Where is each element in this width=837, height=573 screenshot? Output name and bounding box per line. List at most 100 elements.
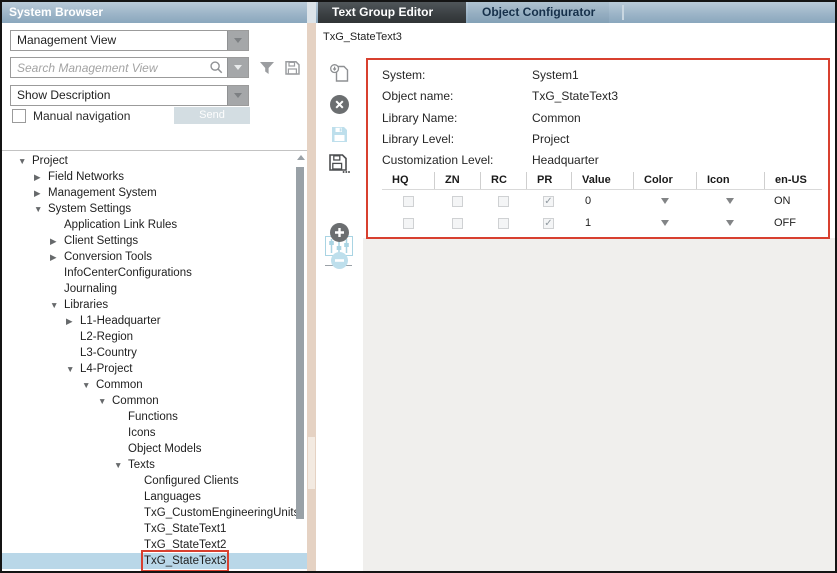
scroll-up-icon[interactable]: [297, 155, 305, 160]
collapsed-arrow-icon[interactable]: ▶: [34, 169, 48, 185]
tree-item-label: TxG_StateText3: [144, 553, 226, 569]
tree-item-label: TxG_CustomEngineeringUnits: [144, 505, 299, 521]
tree-item-client-settings[interactable]: ▶Client Settings: [2, 233, 307, 249]
search-input[interactable]: [11, 58, 205, 77]
form-value: Common: [532, 111, 581, 127]
rc-checkbox[interactable]: [498, 218, 509, 229]
expanded-arrow-icon[interactable]: ▼: [98, 393, 112, 409]
chevron-down-icon: [234, 65, 242, 70]
tree-item-management-system[interactable]: ▶Management System: [2, 185, 307, 201]
panel-splitter[interactable]: [307, 23, 316, 571]
manual-navigation-label: Manual navigation: [33, 109, 130, 123]
icon-dropdown[interactable]: [696, 212, 764, 234]
tree-item-system-settings[interactable]: ▼System Settings: [2, 201, 307, 217]
collapsed-arrow-icon[interactable]: ▶: [66, 313, 80, 329]
tree-item-functions[interactable]: Functions: [2, 409, 307, 425]
editor-panel: Text Group Editor Object Configurator Tx…: [316, 2, 835, 571]
tree-item-label: Texts: [128, 457, 155, 473]
tree-item-txg-statetext2[interactable]: TxG_StateText2: [2, 537, 307, 553]
column-header-icon: Icon: [696, 172, 764, 189]
color-dropdown[interactable]: [633, 190, 696, 212]
column-header-en-us: en-US: [764, 172, 822, 189]
expanded-arrow-icon[interactable]: ▼: [34, 201, 48, 217]
tab-text-group-editor[interactable]: Text Group Editor: [318, 2, 466, 23]
collapsed-arrow-icon[interactable]: ▶: [34, 185, 48, 201]
tree-item-project[interactable]: ▼Project: [2, 153, 307, 169]
tree-item-infocenterconfigurations[interactable]: InfoCenterConfigurations: [2, 265, 307, 281]
send-button[interactable]: Send: [174, 107, 250, 124]
collapsed-arrow-icon[interactable]: ▶: [50, 233, 64, 249]
tree-item-configured-clients[interactable]: Configured Clients: [2, 473, 307, 489]
tree-item-conversion-tools[interactable]: ▶Conversion Tools: [2, 249, 307, 265]
pr-checkbox[interactable]: ✓: [543, 218, 554, 229]
expanded-arrow-icon[interactable]: ▼: [18, 153, 32, 169]
form-value: Project: [532, 132, 569, 148]
tree-item-field-networks[interactable]: ▶Field Networks: [2, 169, 307, 185]
expanded-arrow-icon[interactable]: ▼: [66, 361, 80, 377]
tree-item-l4-project[interactable]: ▼L4-Project: [2, 361, 307, 377]
tree-item-application-link-rules[interactable]: Application Link Rules: [2, 217, 307, 233]
tree-item-l3-country[interactable]: L3-Country: [2, 345, 307, 361]
filter-icon[interactable]: [257, 58, 277, 78]
tree-item-label: InfoCenterConfigurations: [64, 265, 192, 281]
save-search-icon[interactable]: [282, 58, 302, 78]
zn-checkbox[interactable]: [452, 196, 463, 207]
hq-checkbox[interactable]: [403, 196, 414, 207]
tree-item-txg-statetext3[interactable]: TxG_StateText3: [2, 553, 307, 569]
tree-item-l2-region[interactable]: L2-Region: [2, 329, 307, 345]
manual-navigation-checkbox[interactable]: [12, 109, 26, 123]
tree-item-label: Icons: [128, 425, 156, 441]
description-dropdown-value: Show Description: [11, 86, 227, 105]
collapsed-arrow-icon[interactable]: ▶: [50, 249, 64, 265]
splitter-grip[interactable]: [308, 437, 315, 489]
expanded-arrow-icon[interactable]: ▼: [82, 377, 96, 393]
save-icon[interactable]: [328, 123, 350, 145]
pr-checkbox[interactable]: ✓: [543, 196, 554, 207]
expanded-arrow-icon[interactable]: ▼: [114, 457, 128, 473]
text-cell: ON: [764, 190, 822, 212]
tree-item-journaling[interactable]: Journaling: [2, 281, 307, 297]
zn-checkbox[interactable]: [452, 218, 463, 229]
view-dropdown[interactable]: Management View: [10, 30, 249, 51]
tree-item-label: TxG_StateText2: [144, 537, 226, 553]
save-as-icon[interactable]: [328, 152, 350, 174]
form-value: Headquarter: [532, 153, 599, 169]
tree-item-texts[interactable]: ▼Texts: [2, 457, 307, 473]
expanded-arrow-icon[interactable]: ▼: [50, 297, 64, 313]
form-value: System1: [532, 68, 579, 84]
tree-item-label: Libraries: [64, 297, 108, 313]
delete-icon[interactable]: [328, 93, 350, 115]
system-browser-panel: System Browser Management View Show Desc…: [2, 2, 307, 571]
view-dropdown-button[interactable]: [227, 31, 248, 50]
tree-item-label: Configured Clients: [144, 473, 239, 489]
tree-item-label: Object Models: [128, 441, 202, 457]
tree-item-common[interactable]: ▼Common: [2, 393, 307, 409]
tree-scrollbar[interactable]: [295, 153, 306, 571]
import-icon[interactable]: [328, 62, 350, 84]
tree-item-object-models[interactable]: Object Models: [2, 441, 307, 457]
remove-row-icon[interactable]: [328, 249, 350, 271]
tree-item-icons[interactable]: Icons: [2, 425, 307, 441]
tree-item-txg-customengineeringunits[interactable]: TxG_CustomEngineeringUnits: [2, 505, 307, 521]
add-row-icon[interactable]: [328, 221, 350, 243]
state-text-table: HQZNRCPRValueColorIconen-US ✓0ON✓1OFF: [382, 172, 822, 234]
tree-item-languages[interactable]: Languages: [2, 489, 307, 505]
rc-checkbox[interactable]: [498, 196, 509, 207]
description-dropdown[interactable]: Show Description: [10, 85, 249, 106]
tree-item-common[interactable]: ▼Common: [2, 377, 307, 393]
scrollbar-thumb[interactable]: [296, 167, 304, 519]
tree-item-l1-headquarter[interactable]: ▶L1-Headquarter: [2, 313, 307, 329]
color-dropdown[interactable]: [633, 212, 696, 234]
description-dropdown-button[interactable]: [227, 86, 248, 105]
icon-dropdown[interactable]: [696, 190, 764, 212]
search-dropdown-button[interactable]: [227, 58, 248, 77]
hq-checkbox[interactable]: [403, 218, 414, 229]
tab-object-configurator[interactable]: Object Configurator: [468, 2, 609, 23]
table-row: ✓0ON: [382, 190, 822, 212]
form-row-library-name-: Library Name:Common: [382, 111, 581, 127]
table-row: ✓1OFF: [382, 212, 822, 234]
tree-item-label: L1-Headquarter: [80, 313, 161, 329]
tree-item-txg-statetext1[interactable]: TxG_StateText1: [2, 521, 307, 537]
selected-object-label: TxG_StateText3: [323, 31, 402, 43]
tree-item-libraries[interactable]: ▼Libraries: [2, 297, 307, 313]
